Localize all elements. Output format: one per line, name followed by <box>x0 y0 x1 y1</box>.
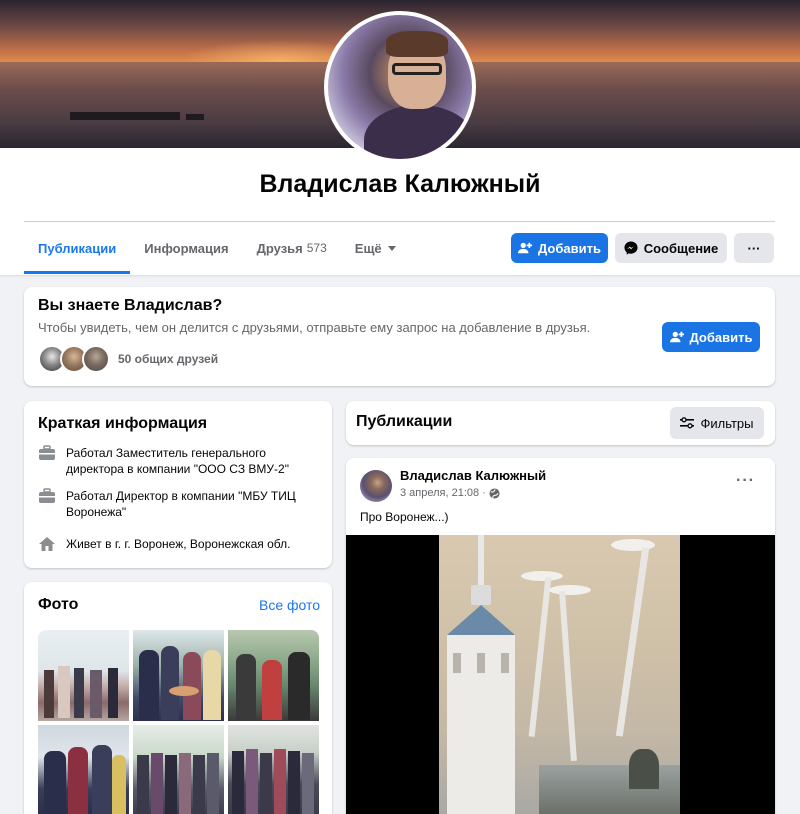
photo-thumbnail[interactable] <box>228 725 319 814</box>
add-friend-icon <box>669 330 684 344</box>
tab-friends[interactable]: Друзья 573 <box>243 222 341 274</box>
message-label: Сообщение <box>643 240 719 256</box>
tab-about[interactable]: Информация <box>130 222 242 274</box>
cover-pier <box>70 112 180 120</box>
intro-item: Работал Директор в компании "МБУ ТИЦ Вор… <box>38 488 318 520</box>
post-author-name[interactable]: Владислав Калюжный <box>400 468 546 483</box>
filters-button[interactable]: Фильтры <box>670 407 764 439</box>
mutual-friend-avatar <box>82 345 110 373</box>
profile-header: Владислав Калюжный Публикации Информация… <box>0 0 800 275</box>
more-options-label: ··· <box>747 240 761 256</box>
post-meta: 3 апреля, 21:08 · <box>400 487 500 499</box>
photo-thumbnail[interactable] <box>133 725 224 814</box>
post-meta-separator: · <box>482 487 486 499</box>
profile-name: Владислав Калюжный <box>259 170 541 198</box>
post-card: Владислав Калюжный 3 апреля, 21:08 · ···… <box>346 458 775 814</box>
photo-thumbnail[interactable] <box>228 630 319 721</box>
intro-title: Краткая информация <box>38 415 208 432</box>
add-friend-icon <box>518 241 533 255</box>
post-options-button[interactable]: ··· <box>736 472 755 490</box>
message-button[interactable]: Сообщение <box>615 233 727 263</box>
post-image-content <box>439 535 680 814</box>
intro-item: Работал Заместитель генерального директо… <box>38 445 318 477</box>
tab-about-label: Информация <box>144 240 229 256</box>
intro-card: Краткая информация Работал Заместитель г… <box>24 401 332 568</box>
mutual-friends[interactable]: 50 общих друзей <box>38 345 218 373</box>
briefcase-icon <box>38 445 56 461</box>
know-card-add-label: Добавить <box>689 329 753 345</box>
cover-pier <box>186 114 204 120</box>
tab-friends-label: Друзья <box>256 240 303 256</box>
tab-posts[interactable]: Публикации <box>24 222 131 274</box>
intro-item: Живет в г. г. Воронеж, Воронежская обл. <box>38 536 328 552</box>
avatar-glasses <box>392 63 442 75</box>
post-image[interactable] <box>346 535 775 814</box>
photo-thumbnail[interactable] <box>38 630 129 721</box>
posts-title: Публикации <box>356 413 453 430</box>
profile-avatar[interactable] <box>324 11 476 163</box>
home-icon <box>38 536 56 552</box>
add-friend-button[interactable]: Добавить <box>511 233 608 263</box>
avatar-body <box>364 105 472 159</box>
tab-more[interactable]: Ещё <box>341 222 410 274</box>
photos-title: Фото <box>38 596 79 613</box>
know-card-title: Вы знаете Владислав? <box>38 297 223 314</box>
friends-count: 573 <box>306 241 327 255</box>
tab-posts-label: Публикации <box>38 240 117 256</box>
photo-thumbnail[interactable] <box>133 630 224 721</box>
know-card-add-button[interactable]: Добавить <box>662 322 760 352</box>
avatar-hair <box>386 31 448 57</box>
more-options-button[interactable]: ··· <box>734 233 774 263</box>
know-card: Вы знаете Владислав? Чтобы увидеть, чем … <box>24 287 775 386</box>
posts-header-card: Публикации Фильтры <box>346 401 775 445</box>
photos-card: Фото Все фото <box>24 582 332 814</box>
know-card-subtitle: Чтобы увидеть, чем он делится с друзьями… <box>38 320 591 335</box>
caret-down-icon <box>387 245 396 251</box>
add-friend-label: Добавить <box>538 240 601 256</box>
profile-tabs: Публикации Информация Друзья 573 Ещё <box>24 222 410 274</box>
mutual-friends-count: 50 общих друзей <box>118 352 219 366</box>
filters-icon <box>680 417 695 429</box>
see-all-photos-link[interactable]: Все фото <box>259 597 320 613</box>
tab-more-label: Ещё <box>354 240 382 256</box>
filters-label: Фильтры <box>700 415 754 431</box>
messenger-icon <box>624 241 638 255</box>
intro-item-text: Работал Заместитель генерального директо… <box>66 446 289 476</box>
globe-icon <box>489 487 500 499</box>
post-text: Про Воронеж...) <box>360 510 449 524</box>
photo-thumbnail[interactable] <box>38 725 129 814</box>
briefcase-icon <box>38 488 56 504</box>
intro-item-text: Живет в г. г. Воронеж, Воронежская обл. <box>66 537 291 551</box>
post-author-avatar[interactable] <box>360 470 392 502</box>
intro-item-text: Работал Директор в компании "МБУ ТИЦ Вор… <box>66 489 296 519</box>
post-date[interactable]: 3 апреля, 21:08 <box>400 487 479 499</box>
